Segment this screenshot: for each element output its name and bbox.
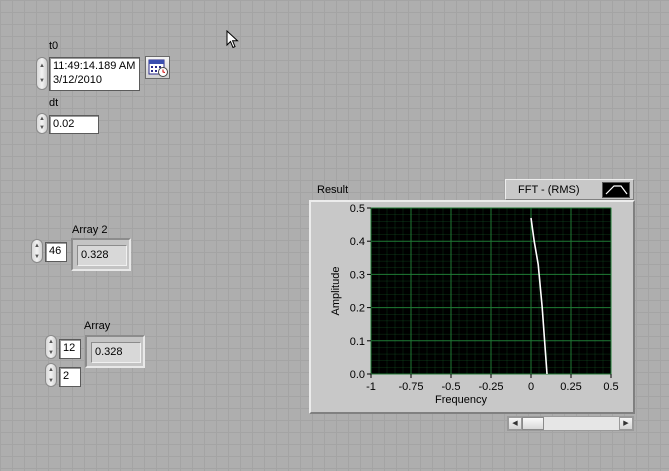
t0-date: 3/12/2010 <box>53 74 102 86</box>
dt-numeric-input[interactable]: 0.02 <box>49 115 99 134</box>
array2-label: Array 2 <box>72 224 108 236</box>
y-tick-label: 0.2 <box>350 303 365 315</box>
dt-label: dt <box>49 97 59 109</box>
graph-label: Result <box>317 184 349 196</box>
scrollbar-thumb[interactable] <box>522 417 544 430</box>
y-tick-label: 0.4 <box>350 236 365 248</box>
array-label: Array <box>84 320 111 332</box>
x-axis-ticks: -1 -0.75 -0.5 -0.25 0 0.25 0.5 <box>366 374 619 393</box>
y-axis-ticks: 0.0 0.1 0.2 0.3 0.4 0.5 <box>350 203 371 381</box>
scroll-right-arrow-icon[interactable]: ▶ <box>619 417 633 430</box>
mouse-cursor-icon <box>226 30 239 49</box>
array-col-index-input[interactable]: 2 <box>59 367 81 387</box>
legend-plot-name: FFT - (RMS) <box>518 184 580 196</box>
y-axis-label: Amplitude <box>330 267 342 316</box>
x-tick-label: -0.25 <box>478 381 503 393</box>
array-col-index-increment-decrement[interactable]: ▲ ▼ <box>45 363 57 387</box>
t0-timestamp-field[interactable]: 11:49:14.189 AM 3/12/2010 <box>49 57 140 91</box>
x-tick-label: -0.5 <box>442 381 461 393</box>
plot-legend[interactable]: FFT - (RMS) <box>505 179 634 200</box>
graph-horizontal-scrollbar[interactable]: ◀ ▶ <box>507 416 634 431</box>
y-tick-label: 0.0 <box>350 369 365 381</box>
dt-increment-decrement[interactable]: ▲ ▼ <box>36 113 48 134</box>
y-tick-label: 0.5 <box>350 203 365 215</box>
array2-index-input[interactable]: 46 <box>45 242 67 262</box>
legend-line-swatch-icon <box>602 182 630 198</box>
t0-increment-decrement[interactable]: ▲ ▼ <box>36 57 48 90</box>
x-tick-label: 0 <box>528 381 534 393</box>
y-tick-label: 0.1 <box>350 336 365 348</box>
array-element[interactable]: 0.328 <box>91 342 141 363</box>
x-axis-label: Frequency <box>435 394 487 406</box>
array2-element[interactable]: 0.328 <box>77 245 127 266</box>
y-tick-label: 0.3 <box>350 269 365 281</box>
array-row-index-input[interactable]: 12 <box>59 339 81 359</box>
x-tick-label: -1 <box>366 381 376 393</box>
array-row-index-increment-decrement[interactable]: ▲ ▼ <box>45 335 57 359</box>
x-tick-label: -0.75 <box>398 381 423 393</box>
chart-plot-area: 0.0 0.1 0.2 0.3 0.4 0.5 -1 -0.75 -0.5 -0.25 0 0.25… <box>330 203 619 406</box>
scroll-left-arrow-icon[interactable]: ◀ <box>508 417 522 430</box>
array-frame: 0.328 <box>85 335 145 368</box>
x-tick-label: 0.5 <box>603 381 618 393</box>
t0-label: t0 <box>49 40 59 52</box>
array2-index-increment-decrement[interactable]: ▲ ▼ <box>31 239 43 263</box>
calendar-browse-button[interactable] <box>145 56 170 79</box>
x-tick-label: 0.25 <box>560 381 581 393</box>
array2-frame: 0.328 <box>71 238 131 271</box>
calendar-clock-icon <box>148 59 168 77</box>
t0-time: 11:49:14.189 AM <box>53 60 136 72</box>
